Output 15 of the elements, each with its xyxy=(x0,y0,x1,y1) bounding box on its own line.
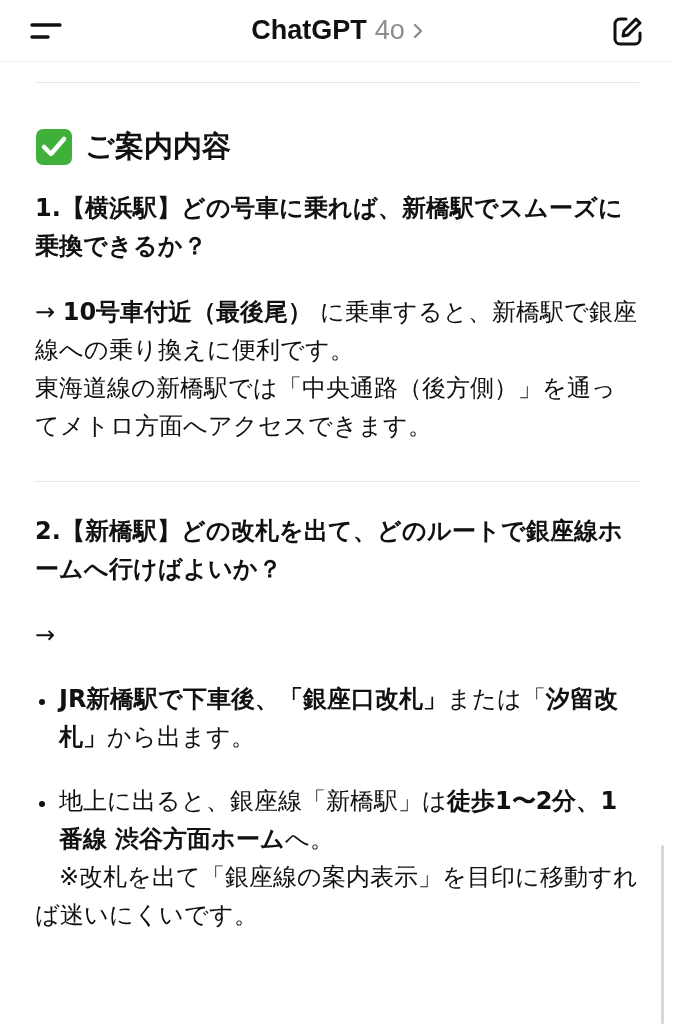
bullet-dot xyxy=(39,699,45,705)
section-title: ご案内内容 xyxy=(85,128,231,165)
question-heading: 1.【横浜駅】どの号車に乗れば、新橋駅でスムーズに乗換できるか？ xyxy=(35,193,624,262)
list-item-text: JR新橋駅で下車後、「銀座口改札」または「汐留改札」から出ます。 xyxy=(59,684,620,753)
app-title[interactable]: ChatGPT xyxy=(251,15,367,46)
bullet-dot xyxy=(39,801,45,807)
check-mark-icon xyxy=(35,128,73,166)
answer-text: → xyxy=(35,620,57,651)
list-item-text: 地上に出ると、銀座線「新橋駅」は徒歩1〜2分、1番線 渋谷方面ホームへ。 xyxy=(59,786,619,855)
note-text: ※改札を出て「銀座線の案内表示」を目印に移動すれば迷いにくいです。 xyxy=(35,862,639,931)
chevron-icon[interactable] xyxy=(412,21,423,40)
menu-icon[interactable] xyxy=(30,21,62,40)
question-heading: 2.【新橋駅】どの改札を出て、どのルートで銀座線ホームへ行けばよいか？ xyxy=(35,516,624,585)
answer-text: 東海道線の新橋駅では「中央通路（後方側）」を通ってメトロ方面へアクセスできます。 xyxy=(35,373,617,442)
answer-text: → 10号車付近（最後尾） に乗車すると、新橋駅で銀座線への乗り換えに便利です。 xyxy=(35,297,638,366)
